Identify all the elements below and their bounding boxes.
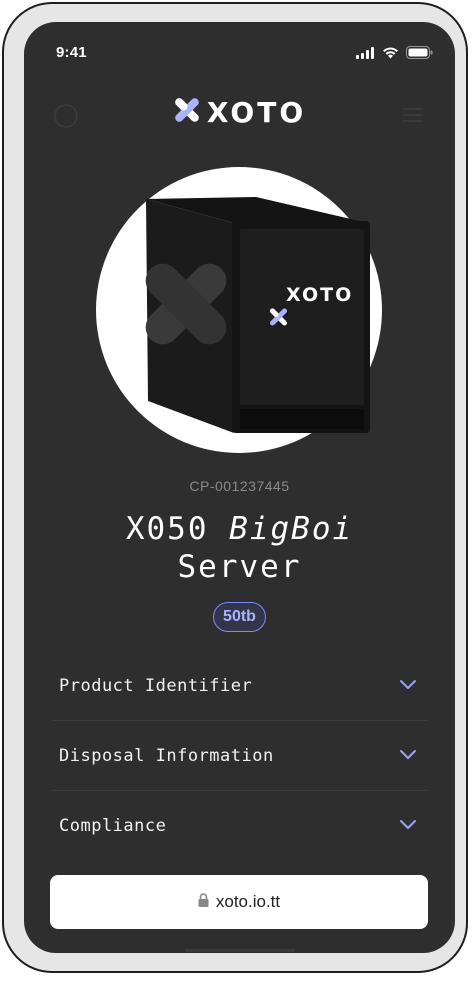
product-sku: CP-001237445	[189, 478, 290, 494]
accordion-label: Disposal Information	[59, 745, 274, 766]
browser-url-bar[interactable]: xoto.io.tt	[50, 875, 428, 929]
server-image	[106, 187, 374, 440]
status-icons	[356, 46, 433, 64]
chevron-down-icon[interactable]	[399, 747, 417, 765]
phone-screen: 9:41 XOTO XOTO CP-001237445 X050 BigBoi …	[24, 22, 455, 953]
xoto-mark-icon	[173, 97, 201, 128]
accordion-label: Compliance	[59, 816, 167, 836]
chevron-down-icon[interactable]	[399, 677, 417, 695]
title-type: Server	[177, 549, 302, 585]
brand-name: XOTO	[206, 96, 307, 129]
signal-icon	[356, 46, 375, 64]
product-title: X050 BigBoi Server	[24, 510, 455, 586]
title-name: BigBoi	[229, 511, 354, 547]
accordion-disposal-information[interactable]: Disposal Information	[52, 721, 427, 791]
lock-icon	[198, 892, 209, 912]
wifi-icon	[382, 46, 399, 64]
battery-icon	[406, 46, 433, 64]
accordion-compliance[interactable]: Compliance	[52, 791, 427, 861]
status-time: 9:41	[56, 44, 87, 61]
product-accordion: Product Identifier Disposal Information …	[52, 651, 427, 861]
server-logo-text: XOTO	[286, 284, 354, 306]
brand-logo[interactable]: XOTO	[24, 96, 455, 129]
home-indicator	[24, 947, 455, 953]
chevron-down-icon[interactable]	[399, 817, 417, 835]
capacity-badge-wrap: 50tb	[24, 602, 455, 632]
url-text: xoto.io.tt	[215, 892, 281, 911]
phone-frame: 9:41 XOTO XOTO CP-001237445 X050 BigBoi …	[2, 2, 468, 973]
accordion-label: Product Identifier	[59, 675, 253, 696]
accordion-product-identifier[interactable]: Product Identifier	[52, 651, 427, 721]
title-model: X050	[125, 511, 230, 547]
capacity-badge: 50tb	[213, 602, 266, 632]
